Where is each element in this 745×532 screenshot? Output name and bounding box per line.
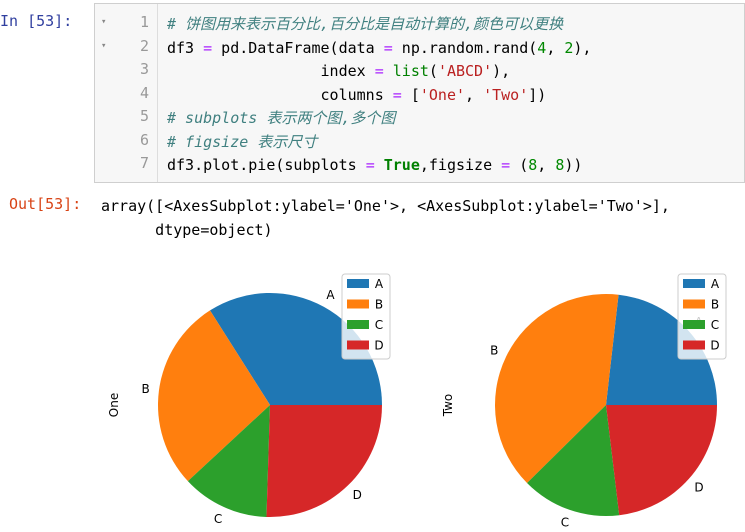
legend-swatch-B [683, 299, 705, 309]
line-number: 1 [139, 13, 149, 31]
line-number: 3 [139, 60, 149, 78]
legend-label: D [710, 339, 719, 353]
code-token: = [374, 62, 384, 80]
code-token: = [392, 85, 402, 104]
code-token: ]) [528, 85, 547, 104]
legend-label: C [711, 318, 719, 332]
code-line: df3.plot.pie(subplots = True,figsize = (… [167, 154, 591, 178]
pie-chart-one: ABCDOneABCD [107, 273, 391, 526]
code-token: True [383, 156, 420, 174]
code-cell[interactable]: 1 2 3 4 5 6 7 ▾ ▾ # 饼图用来表示百分比,百分比是自动计算的,颜色可以更换 df… [94, 3, 745, 183]
code-line: # subplots 表示两个图,多个图 [167, 107, 591, 131]
legend-label: A [375, 277, 384, 291]
code-token: np.random.rand( [392, 38, 538, 57]
legend: ABCD [341, 273, 391, 360]
code-token: pd.DataFrame(data [212, 38, 384, 57]
legend-label: B [375, 298, 383, 312]
code-token: 'One' [419, 85, 466, 104]
slice-label: D [694, 481, 703, 495]
fold-arrow-icon[interactable]: ▾ [101, 41, 106, 51]
legend-swatch-A [347, 279, 369, 288]
pie-figure: ABCDOneABCDABCDTwoABCD [107, 273, 727, 529]
code-token: [ [401, 85, 420, 104]
line-number-gutter: 1 2 3 4 5 6 7 ▾ ▾ [95, 4, 158, 182]
code-line: columns = ['One', 'Two']) [167, 84, 591, 108]
legend-label: A [711, 277, 720, 291]
legend-swatch-D [347, 340, 369, 350]
code-token: # 饼图用来表示百分比,百分比是自动计算的,颜色可以更换 [167, 15, 564, 33]
line-number: 5 [139, 107, 149, 125]
pie-slice-D [266, 405, 382, 517]
code-token: ( [510, 156, 529, 174]
code-token: df3 [167, 38, 204, 57]
code-token: , [465, 85, 484, 104]
legend-label: B [711, 298, 719, 312]
legend-swatch-C [347, 320, 369, 329]
line-number: 6 [139, 130, 149, 149]
code-token: ,figsize [419, 156, 502, 174]
output-prompt: Out[53]: [9, 195, 82, 213]
code-token: list [392, 62, 429, 80]
slice-label: C [214, 512, 222, 526]
code-token: = [203, 38, 213, 57]
legend-label: D [374, 339, 383, 353]
line-number: 2 [139, 36, 149, 55]
output-text: array([<AxesSubplot:ylabel='One'>, <Axes… [101, 197, 670, 239]
legend-swatch-D [683, 340, 705, 350]
code-token: 4 [537, 38, 547, 57]
code-token: # figsize 表示尺寸 [167, 132, 318, 151]
legend-swatch-B [347, 299, 369, 309]
code-token: = [383, 38, 393, 57]
code-token: ), [573, 38, 592, 57]
legend-label: C [375, 318, 383, 332]
y-axis-label: Two [441, 394, 455, 418]
code-line: index = list('ABCD'), [167, 60, 591, 84]
code-token: columns [167, 85, 393, 104]
slice-label: B [490, 344, 498, 358]
line-number: 4 [139, 83, 149, 102]
slice-label: A [326, 288, 335, 302]
code-token: 8 [528, 156, 538, 174]
code-token: index [167, 62, 375, 80]
code-token: ( [428, 62, 438, 80]
line-number: 7 [139, 154, 149, 172]
input-prompt: In [53]: [0, 12, 73, 30]
code-token: # subplots 表示两个图,多个图 [167, 109, 396, 127]
y-axis-label: One [107, 393, 121, 417]
pie-chart-two: ABCDTwoABCD [441, 273, 727, 529]
code-line: # figsize 表示尺寸 [167, 131, 591, 155]
pie-slice-D [606, 405, 717, 516]
code-line: # 饼图用来表示百分比,百分比是自动计算的,颜色可以更换 [167, 13, 591, 37]
slice-label: C [561, 515, 569, 529]
slice-label: D [353, 488, 362, 502]
code-token: ), [492, 62, 511, 80]
fold-arrow-icon[interactable]: ▾ [101, 17, 106, 27]
code-editor[interactable]: # 饼图用来表示百分比,百分比是自动计算的,颜色可以更换 df3 = pd.Dat… [167, 13, 591, 178]
code-token: , [537, 156, 556, 174]
legend-swatch-C [683, 320, 705, 329]
code-token: df3.plot.pie(subplots [167, 156, 366, 174]
code-line: df3 = pd.DataFrame(data = np.random.rand… [167, 37, 591, 61]
code-token: 'Two' [483, 85, 529, 104]
code-token: )) [564, 156, 583, 174]
code-token: , [546, 38, 565, 57]
code-token: = [365, 156, 375, 174]
legend: ABCD [677, 273, 727, 360]
code-token: 'ABCD' [437, 62, 493, 80]
slice-label: B [141, 382, 149, 396]
code-token: = [501, 156, 511, 174]
legend-swatch-A [683, 279, 705, 288]
